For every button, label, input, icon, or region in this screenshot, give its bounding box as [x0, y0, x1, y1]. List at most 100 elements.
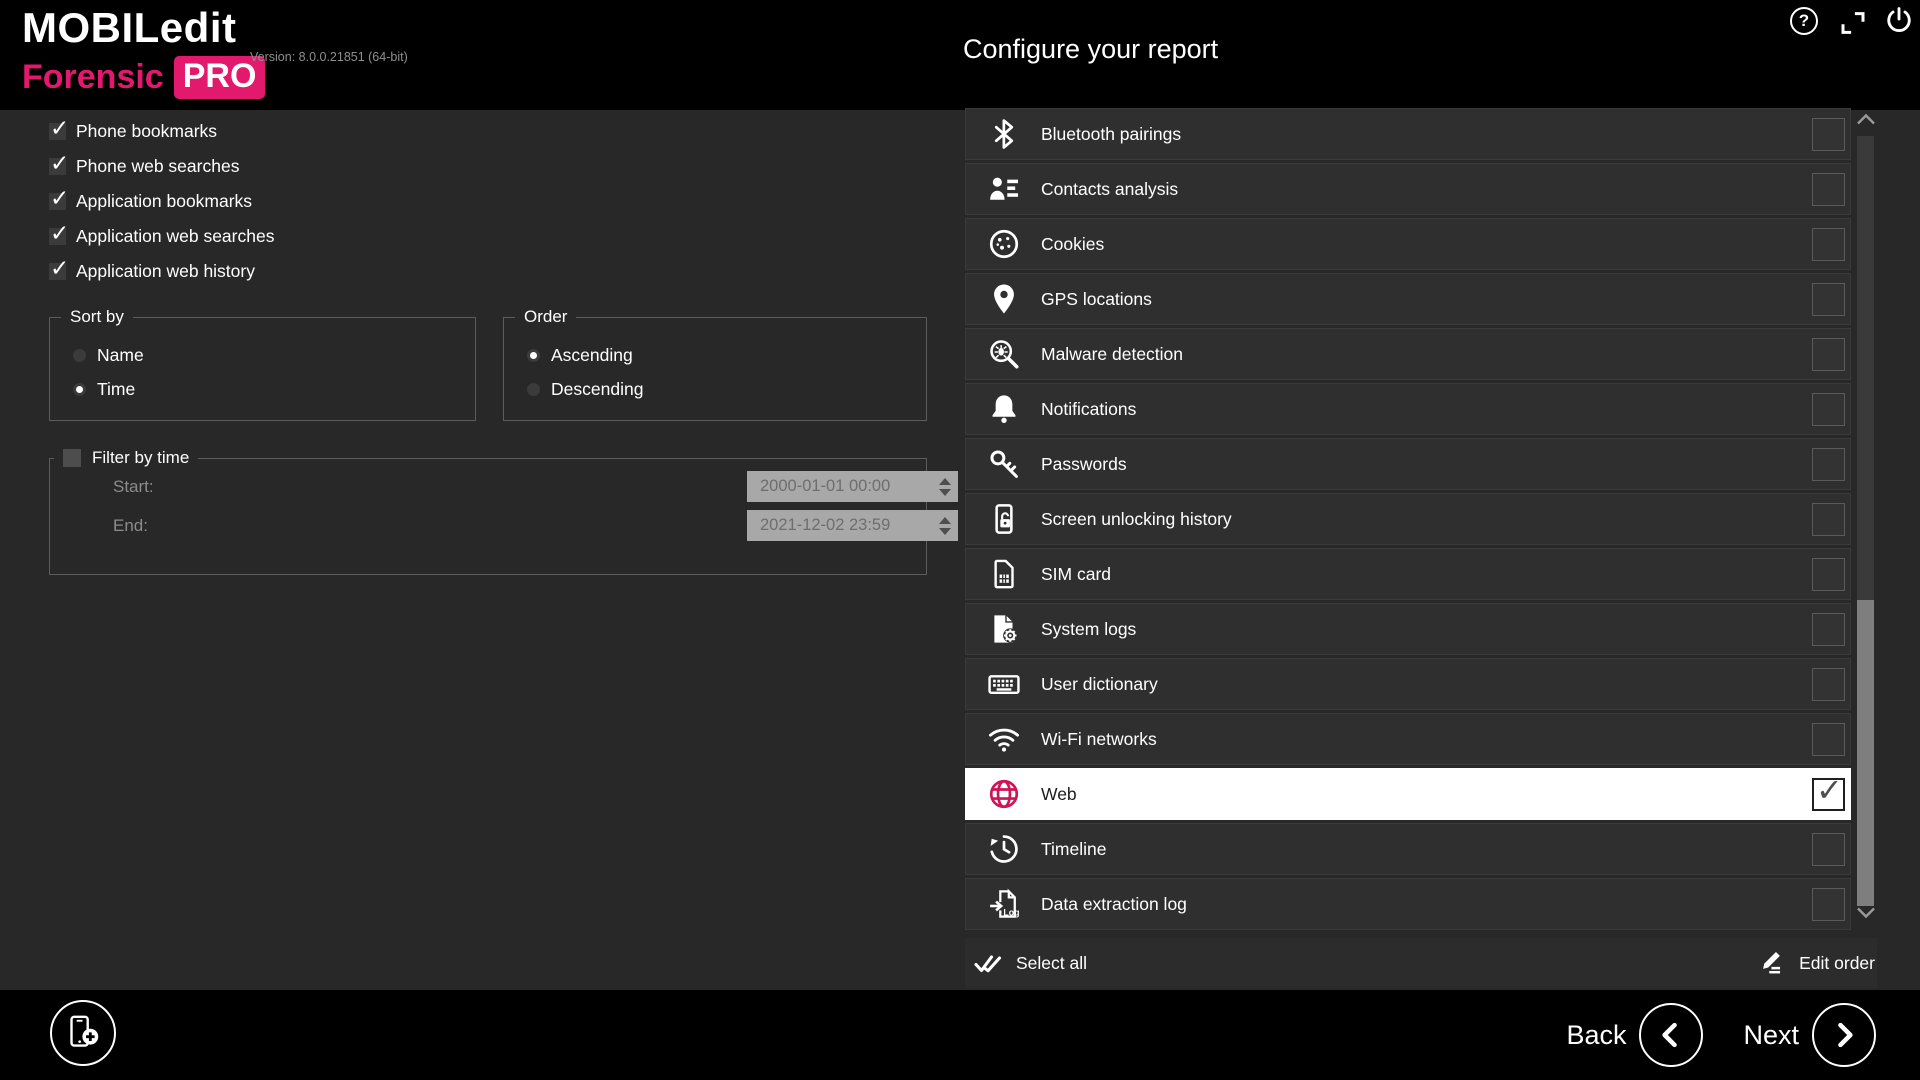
chevron-right-icon	[1827, 1018, 1861, 1052]
wizard-nav: Back Next	[1566, 990, 1876, 1080]
report-item-timeline[interactable]: Timeline	[965, 823, 1851, 875]
screen-unlock-icon	[985, 500, 1023, 538]
option-row-application-web-searches[interactable]: Application web searches	[49, 219, 274, 254]
checkbox[interactable]	[49, 123, 66, 140]
page-title: Configure your report	[963, 34, 1218, 65]
report-item-gps-locations[interactable]: GPS locations	[965, 273, 1851, 325]
scroll-down-button[interactable]	[1855, 906, 1877, 926]
report-item-screen-unlocking-history[interactable]: Screen unlocking history	[965, 493, 1851, 545]
report-item-checkbox[interactable]	[1812, 558, 1845, 591]
report-item-checkbox[interactable]	[1812, 283, 1845, 316]
stepper-up-icon[interactable]	[939, 478, 951, 485]
report-item-checkbox[interactable]	[1812, 393, 1845, 426]
stepper-up-icon[interactable]	[939, 517, 951, 524]
scroll-up-button[interactable]	[1855, 112, 1877, 132]
system-logs-icon	[985, 610, 1023, 648]
end-label: End:	[113, 516, 148, 536]
order-group: Order AscendingDescending	[503, 317, 927, 421]
report-item-checkbox[interactable]	[1812, 338, 1845, 371]
help-button[interactable]	[1789, 6, 1819, 36]
radio-button[interactable]	[73, 383, 86, 396]
report-item-label: Timeline	[1041, 839, 1106, 860]
end-date-field[interactable]: 2021-12-02 23:59	[747, 510, 958, 541]
report-item-label: Data extraction log	[1041, 894, 1187, 915]
report-item-checkbox[interactable]	[1812, 778, 1845, 811]
back-label: Back	[1566, 1020, 1626, 1051]
select-all-button[interactable]: Select all	[973, 949, 1087, 977]
report-item-label: Passwords	[1041, 454, 1127, 475]
checkbox[interactable]	[49, 263, 66, 280]
report-item-notifications[interactable]: Notifications	[965, 383, 1851, 435]
power-button[interactable]	[1884, 5, 1914, 35]
report-item-checkbox[interactable]	[1812, 173, 1845, 206]
radio-button[interactable]	[527, 349, 540, 362]
radio-button[interactable]	[527, 383, 540, 396]
back-button[interactable]	[1639, 1003, 1703, 1067]
select-all-label: Select all	[1016, 953, 1087, 974]
add-device-button[interactable]	[50, 1000, 116, 1066]
report-item-checkbox[interactable]	[1812, 668, 1845, 701]
option-row-phone-bookmarks[interactable]: Phone bookmarks	[49, 114, 274, 149]
version-label: Version: 8.0.0.21851 (64-bit)	[250, 50, 408, 64]
scrollbar-thumb[interactable]	[1857, 600, 1874, 906]
radio-option-descending[interactable]: Descending	[527, 379, 643, 400]
report-item-checkbox[interactable]	[1812, 503, 1845, 536]
report-item-malware-detection[interactable]: Malware detection	[965, 328, 1851, 380]
report-item-web[interactable]: Web	[965, 768, 1851, 820]
radio-option-ascending[interactable]: Ascending	[527, 345, 633, 366]
stepper-down-icon[interactable]	[939, 528, 951, 535]
order-legend: Order	[515, 307, 576, 327]
report-item-checkbox[interactable]	[1812, 888, 1845, 921]
report-item-label: Web	[1041, 784, 1077, 805]
radio-button[interactable]	[73, 349, 86, 362]
option-row-application-web-history[interactable]: Application web history	[49, 254, 274, 289]
resize-icon	[1838, 8, 1868, 38]
report-item-checkbox[interactable]	[1812, 118, 1845, 151]
report-item-checkbox[interactable]	[1812, 228, 1845, 261]
report-item-cookies[interactable]: Cookies	[965, 218, 1851, 270]
extraction-log-icon: Log	[985, 885, 1023, 923]
start-date-field[interactable]: 2000-01-01 00:00	[747, 471, 958, 502]
checkbox[interactable]	[49, 193, 66, 210]
svg-text:Log: Log	[1003, 907, 1019, 917]
radio-option-time[interactable]: Time	[73, 379, 135, 400]
report-item-checkbox[interactable]	[1812, 833, 1845, 866]
report-item-contacts-analysis[interactable]: Contacts analysis	[965, 163, 1851, 215]
report-item-passwords[interactable]: Passwords	[965, 438, 1851, 490]
option-row-application-bookmarks[interactable]: Application bookmarks	[49, 184, 274, 219]
option-row-phone-web-searches[interactable]: Phone web searches	[49, 149, 274, 184]
end-date-stepper[interactable]	[932, 510, 958, 541]
timeline-icon	[985, 830, 1023, 868]
report-item-sim-card[interactable]: SIM card	[965, 548, 1851, 600]
filter-by-time-group: Filter by time Start: 2000-01-01 00:00 E…	[49, 458, 927, 575]
checkbox[interactable]	[49, 228, 66, 245]
checkbox-label: Application web history	[76, 261, 255, 282]
stepper-down-icon[interactable]	[939, 489, 951, 496]
app-window: MOBILedit Forensic PRO Version: 8.0.0.21…	[0, 0, 1920, 1080]
radio-label: Name	[97, 345, 144, 366]
report-item-wi-fi-networks[interactable]: Wi-Fi networks	[965, 713, 1851, 765]
checkbox-label: Application bookmarks	[76, 191, 252, 212]
export-options-group: Phone bookmarks Phone web searches Applica…	[49, 114, 274, 289]
next-button[interactable]	[1812, 1003, 1876, 1067]
report-item-label: Malware detection	[1041, 344, 1183, 365]
report-item-bluetooth-pairings[interactable]: Bluetooth pairings	[965, 108, 1851, 160]
web-icon	[985, 775, 1023, 813]
report-item-checkbox[interactable]	[1812, 723, 1845, 756]
radio-label: Descending	[551, 379, 643, 400]
checkbox-label: Phone bookmarks	[76, 121, 217, 142]
chevron-down-icon	[1855, 906, 1877, 920]
checkbox[interactable]	[49, 158, 66, 175]
start-date-stepper[interactable]	[932, 471, 958, 502]
notifications-icon	[985, 390, 1023, 428]
report-item-user-dictionary[interactable]: User dictionary	[965, 658, 1851, 710]
edit-order-button[interactable]: Edit order	[1756, 949, 1875, 977]
report-item-checkbox[interactable]	[1812, 448, 1845, 481]
resize-button[interactable]	[1838, 8, 1868, 38]
report-item-data-extraction-log[interactable]: Log Data extraction log	[965, 878, 1851, 930]
radio-option-name[interactable]: Name	[73, 345, 144, 366]
app-logo-line1: MOBILedit	[22, 4, 236, 52]
report-item-checkbox[interactable]	[1812, 613, 1845, 646]
report-item-system-logs[interactable]: System logs	[965, 603, 1851, 655]
filter-by-time-checkbox[interactable]	[63, 449, 81, 467]
